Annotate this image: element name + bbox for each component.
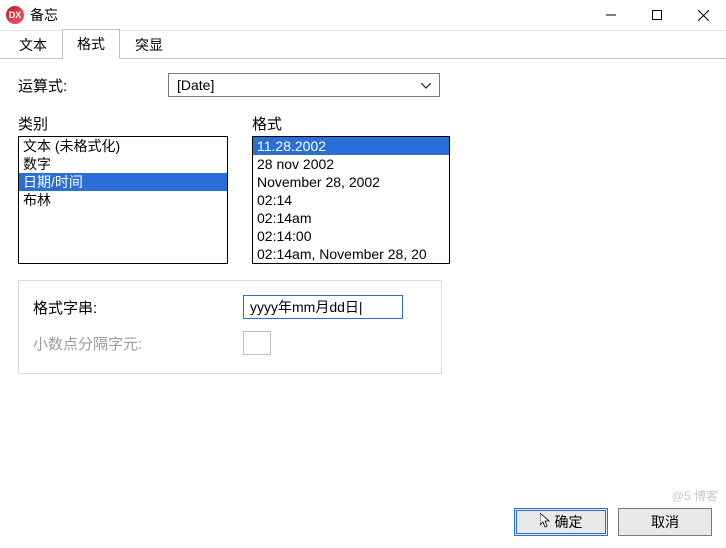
list-item[interactable]: 02:14:00 [253,227,449,245]
list-item[interactable]: November 28, 2002 [253,173,449,191]
watermark: @5 博客 [672,487,718,504]
maximize-button[interactable] [634,0,680,30]
category-label: 类别 [18,113,228,134]
decimal-separator-label: 小数点分隔字元: [33,333,243,354]
close-button[interactable] [680,0,726,30]
format-string-group: 格式字串: 小数点分隔字元: [18,280,442,374]
format-string-label: 格式字串: [33,297,243,318]
minimize-button[interactable] [588,0,634,30]
decimal-separator-input [243,331,271,355]
list-item[interactable]: 11.28.2002 [253,137,449,155]
format-column: 格式 11.28.2002 28 nov 2002 November 28, 2… [252,113,450,264]
title-bar: DX 备忘 [0,0,726,31]
tab-bar: 文本 格式 突显 [0,31,726,59]
cancel-button-label: 取消 [651,512,679,532]
list-item[interactable]: 02:14am [253,209,449,227]
tab-format[interactable]: 格式 [62,29,120,59]
window-title: 备忘 [30,5,588,25]
operator-combobox[interactable]: [Date] [168,73,440,97]
list-item[interactable]: 日期/时间 [19,173,227,191]
cursor-icon [540,513,551,531]
operator-label: 运算式: [18,75,168,96]
ok-button-label: 确定 [555,512,583,532]
lists-row: 类别 文本 (未格式化) 数字 日期/时间 布林 格式 11.28.2002 2… [18,113,708,264]
category-column: 类别 文本 (未格式化) 数字 日期/时间 布林 [18,113,228,264]
window-controls [588,0,726,30]
tab-text[interactable]: 文本 [4,30,62,59]
format-string-input[interactable] [243,295,403,319]
list-item[interactable]: 布林 [19,191,227,209]
operator-row: 运算式: [Date] [18,73,708,97]
category-listbox[interactable]: 文本 (未格式化) 数字 日期/时间 布林 [18,136,228,264]
decimal-separator-row: 小数点分隔字元: [33,331,427,355]
list-item[interactable]: 02:14am, November 28, 20 [253,245,449,263]
list-item[interactable]: 28 nov 2002 [253,155,449,173]
tab-highlight[interactable]: 突显 [120,30,178,59]
cancel-button[interactable]: 取消 [618,508,712,536]
format-listbox[interactable]: 11.28.2002 28 nov 2002 November 28, 2002… [252,136,450,264]
format-string-row: 格式字串: [33,295,427,319]
chevron-down-icon [417,78,435,92]
list-item[interactable]: 文本 (未格式化) [19,137,227,155]
list-item[interactable]: 02:14 [253,191,449,209]
list-item[interactable]: 数字 [19,155,227,173]
ok-button[interactable]: 确定 [514,508,608,536]
format-label: 格式 [252,113,450,134]
app-icon: DX [6,6,24,24]
operator-value: [Date] [177,77,417,93]
content-area: 运算式: [Date] 类别 文本 (未格式化) 数字 日期/时间 布林 格式 … [0,59,726,388]
dialog-buttons: 确定 取消 [514,508,712,536]
